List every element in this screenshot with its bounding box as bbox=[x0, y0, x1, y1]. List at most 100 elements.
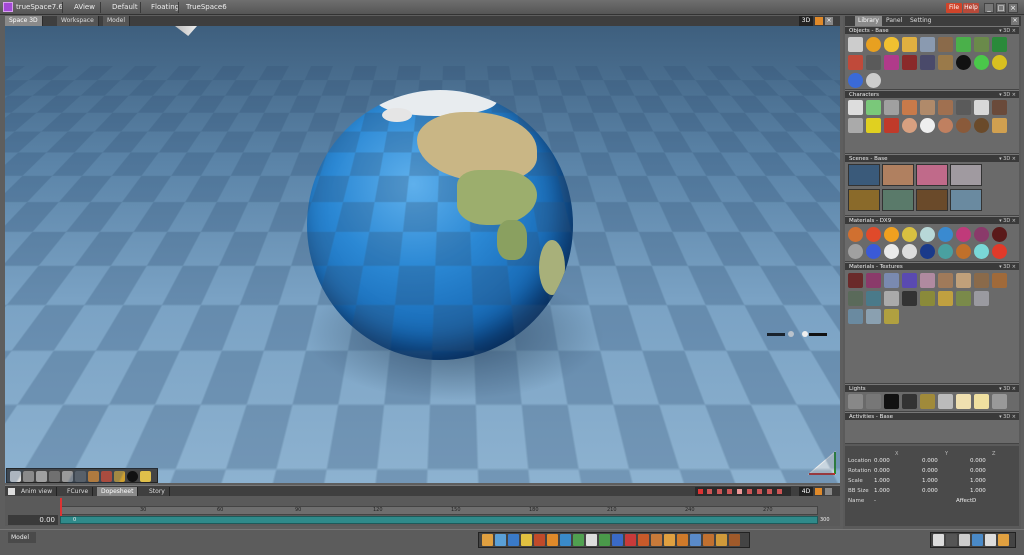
record-icon[interactable] bbox=[698, 489, 703, 494]
texture-swatch[interactable] bbox=[848, 309, 863, 324]
red-character-icon[interactable] bbox=[884, 118, 899, 133]
soldier-character-icon[interactable] bbox=[956, 100, 971, 115]
dimension-icon[interactable] bbox=[114, 471, 125, 482]
layout-tab-floating[interactable]: Floating bbox=[151, 2, 179, 13]
paste-icon[interactable] bbox=[521, 534, 532, 546]
timeline-close-icon[interactable] bbox=[825, 488, 832, 495]
close-button[interactable]: × bbox=[1008, 3, 1018, 13]
egg-object-icon[interactable] bbox=[884, 37, 899, 52]
section-header-lights[interactable]: Lights ▾ 3D × bbox=[845, 384, 1019, 392]
location-x-field[interactable]: 0.000 bbox=[874, 457, 890, 466]
minimize-button[interactable]: _ bbox=[984, 3, 994, 13]
light-swatch[interactable] bbox=[884, 394, 899, 409]
fern-object-icon[interactable] bbox=[992, 37, 1007, 52]
view-icon[interactable] bbox=[75, 471, 86, 482]
texture-swatch[interactable] bbox=[974, 291, 989, 306]
skeleton-character-icon[interactable] bbox=[848, 100, 863, 115]
scene-thumbnail[interactable] bbox=[950, 189, 982, 211]
texture-swatch[interactable] bbox=[866, 309, 881, 324]
group-icon[interactable] bbox=[573, 534, 584, 546]
runner-character-icon[interactable] bbox=[920, 100, 935, 115]
help-button[interactable]: Help bbox=[963, 3, 979, 13]
axis-z-icon[interactable] bbox=[625, 534, 636, 546]
texture-swatch[interactable] bbox=[902, 291, 917, 306]
location-z-field[interactable]: 0.000 bbox=[970, 457, 986, 466]
unwrap-icon[interactable] bbox=[638, 534, 649, 546]
material-swatch[interactable] bbox=[884, 244, 899, 259]
3d-viewport[interactable] bbox=[5, 26, 840, 483]
material-icon[interactable] bbox=[651, 534, 662, 546]
axis-icon[interactable] bbox=[586, 534, 597, 546]
animal-object-icon[interactable] bbox=[938, 37, 953, 52]
cube-icon[interactable] bbox=[560, 534, 571, 546]
material-swatch[interactable] bbox=[938, 227, 953, 242]
material-swatch[interactable] bbox=[848, 244, 863, 259]
face2-character-icon[interactable] bbox=[956, 118, 971, 133]
tab-anim-view[interactable]: Anim view bbox=[17, 487, 58, 496]
section-header-activities[interactable]: Activities - Base ▾ 3D × bbox=[845, 412, 1019, 420]
scene-thumbnail[interactable] bbox=[848, 189, 880, 211]
material-swatch[interactable] bbox=[884, 227, 899, 242]
tab-model[interactable]: Model bbox=[103, 16, 131, 26]
tab-dopesheet[interactable]: Dopesheet bbox=[97, 487, 139, 496]
rotation-z-field[interactable]: 0.000 bbox=[970, 467, 986, 476]
dog-character-icon[interactable] bbox=[992, 100, 1007, 115]
timeline-ruler[interactable] bbox=[60, 506, 818, 515]
timeline-track[interactable] bbox=[60, 516, 818, 524]
tree-object-icon[interactable] bbox=[956, 37, 971, 52]
layout-tab-aview[interactable]: AView bbox=[74, 2, 95, 13]
texture-swatch[interactable] bbox=[974, 273, 989, 288]
texture-swatch[interactable] bbox=[884, 291, 899, 306]
head-character-icon[interactable] bbox=[902, 118, 917, 133]
copy-icon[interactable] bbox=[508, 534, 519, 546]
layout-tab-default[interactable]: Default bbox=[112, 2, 138, 13]
tab-story[interactable]: Story bbox=[145, 487, 170, 496]
texture-swatch[interactable] bbox=[938, 291, 953, 306]
axis-y-icon[interactable] bbox=[612, 534, 623, 546]
light-swatch[interactable] bbox=[938, 394, 953, 409]
texture-swatch[interactable] bbox=[992, 273, 1007, 288]
primitive-icon[interactable] bbox=[547, 534, 558, 546]
section-header-objects[interactable]: Objects - Base ▾ 3D × bbox=[845, 26, 1019, 34]
section-header-materials-textures[interactable]: Materials - Textures ▾ 3D × bbox=[845, 262, 1019, 270]
axis-x-icon[interactable] bbox=[599, 534, 610, 546]
donut-object-icon[interactable] bbox=[902, 37, 917, 52]
material-swatch[interactable] bbox=[956, 244, 971, 259]
material-swatch[interactable] bbox=[902, 244, 917, 259]
current-time-field[interactable]: 0.00 bbox=[8, 515, 58, 525]
move-icon[interactable] bbox=[49, 471, 60, 482]
mask-character-icon[interactable] bbox=[920, 118, 935, 133]
section-header-materials-dx9[interactable]: Materials - DX9 ▾ 3D × bbox=[845, 216, 1019, 224]
scene-thumbnail[interactable] bbox=[882, 164, 914, 186]
delete-icon[interactable] bbox=[534, 534, 545, 546]
texture-swatch[interactable] bbox=[884, 309, 899, 324]
viewport-options-icon[interactable] bbox=[815, 17, 823, 25]
scene-thumbnail[interactable] bbox=[916, 189, 948, 211]
texture-swatch[interactable] bbox=[848, 273, 863, 288]
material-swatch[interactable] bbox=[956, 227, 971, 242]
camera-icon[interactable] bbox=[140, 471, 151, 482]
plane-object-icon[interactable] bbox=[920, 37, 935, 52]
scene-thumbnail[interactable] bbox=[916, 164, 948, 186]
light-swatch[interactable] bbox=[920, 394, 935, 409]
tab-fcurve[interactable]: FCurve bbox=[63, 487, 94, 496]
scene-thumbnail[interactable] bbox=[950, 164, 982, 186]
material-swatch[interactable] bbox=[992, 244, 1007, 259]
light-swatch[interactable] bbox=[866, 394, 881, 409]
blonde-character-icon[interactable] bbox=[992, 118, 1007, 133]
rotation-y-field[interactable]: 0.000 bbox=[922, 467, 938, 476]
texture-swatch[interactable] bbox=[956, 273, 971, 288]
bbsize-x-field[interactable]: 1.000 bbox=[874, 487, 890, 496]
tab-setting[interactable]: Setting bbox=[907, 16, 934, 26]
texture-swatch[interactable] bbox=[866, 291, 881, 306]
material-swatch[interactable] bbox=[974, 227, 989, 242]
plant-object-icon[interactable] bbox=[974, 37, 989, 52]
tab-space3d[interactable]: Space 3D bbox=[5, 16, 43, 26]
light-swatch[interactable] bbox=[902, 394, 917, 409]
loop-icon[interactable] bbox=[777, 489, 782, 494]
section-header-scenes[interactable]: Scenes - Base ▾ 3D × bbox=[845, 154, 1019, 162]
rotation-x-field[interactable]: 0.000 bbox=[874, 467, 890, 476]
undo-icon[interactable] bbox=[482, 534, 493, 546]
file-button[interactable]: File bbox=[946, 3, 962, 13]
maximize-button[interactable]: □ bbox=[996, 3, 1006, 13]
